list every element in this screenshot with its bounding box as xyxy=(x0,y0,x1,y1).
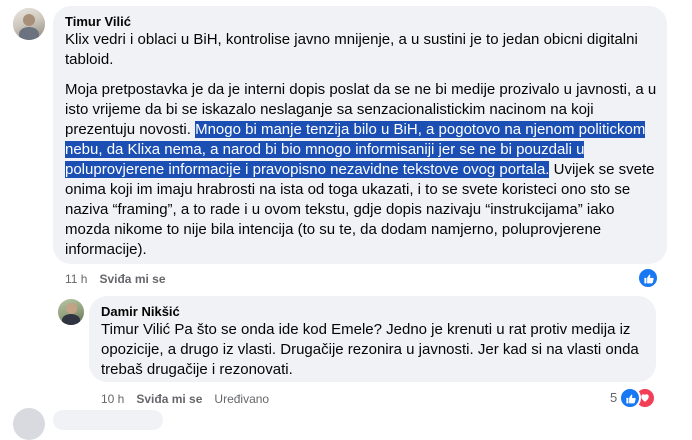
comment-text: Timur Vilić Pa što se onda ide kod Emele… xyxy=(101,321,639,378)
comment-bubble-next xyxy=(53,410,163,430)
comment-paragraph: Moja pretpostavka je da je interni dopis… xyxy=(65,80,657,260)
like-button[interactable]: Sviđa mi se xyxy=(99,272,165,286)
comment-author[interactable]: Damir Nikšić xyxy=(101,304,180,319)
like-button[interactable]: Sviđa mi se xyxy=(136,392,202,406)
like-reaction-icon[interactable] xyxy=(619,387,641,409)
reaction-count[interactable]: 5 xyxy=(610,390,617,405)
comment-paragraph: Klix vedri i oblaci u BiH, kontrolise ja… xyxy=(65,30,657,70)
avatar-timur[interactable] xyxy=(13,8,45,40)
comment-author[interactable]: Timur Vilić xyxy=(65,14,131,29)
like-reaction-icon[interactable] xyxy=(637,267,659,289)
comment-text: Klix vedri i oblaci u BiH, kontrolise ja… xyxy=(65,31,638,68)
comment-actions: 10 h Sviđa mi se Uređivano xyxy=(101,392,281,406)
avatar-next-comment[interactable] xyxy=(13,408,45,440)
comment-time[interactable]: 11 h xyxy=(65,272,87,286)
comment-time[interactable]: 10 h xyxy=(101,392,124,406)
comment-actions: 11 h Sviđa mi se xyxy=(65,272,178,286)
edited-label[interactable]: Uređivano xyxy=(214,392,269,406)
avatar-damir[interactable] xyxy=(58,299,84,325)
